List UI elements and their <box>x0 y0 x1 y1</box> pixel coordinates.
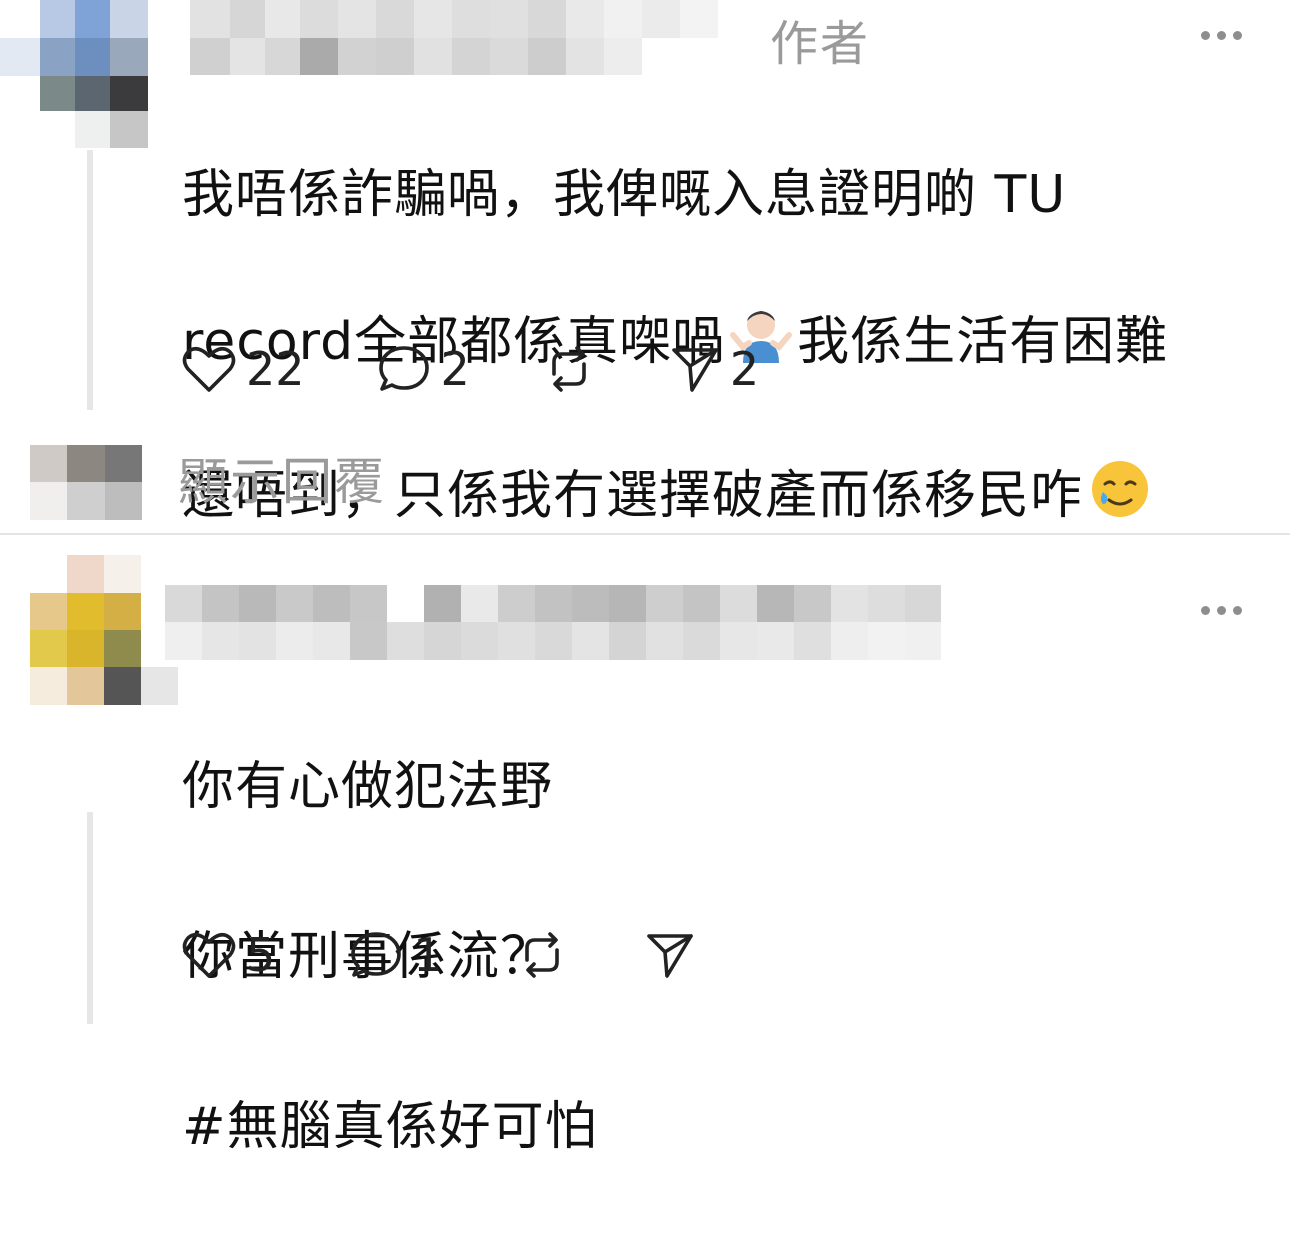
comment-1-line-1: 我唔係詐騙喎，我俾嘅入息證明啲 TU <box>182 165 1067 225</box>
more-options-button-1[interactable] <box>1201 31 1242 40</box>
more-options-button-2[interactable] <box>1201 606 1242 615</box>
send-icon <box>670 344 720 394</box>
send-icon <box>645 930 695 980</box>
more-dot <box>1233 606 1242 615</box>
username-1[interactable] <box>190 0 750 75</box>
show-replies-link[interactable]: 顯示回覆 <box>178 442 386 514</box>
thread-line-2 <box>87 812 93 1024</box>
repost-icon <box>517 930 567 980</box>
repost-icon <box>544 344 594 394</box>
smiling-face-with-tear-icon <box>1089 458 1151 540</box>
reply-avatars <box>30 445 142 520</box>
comment-2-actions: 5 1 <box>182 928 695 982</box>
comment-divider <box>0 533 1290 535</box>
more-dot <box>1217 606 1226 615</box>
heart-icon <box>182 344 236 394</box>
more-dot <box>1217 31 1226 40</box>
comment-2-line-1: 你有心做犯法野 <box>182 757 554 817</box>
heart-icon <box>182 930 236 980</box>
comment-1-line-3: 我係生活有困難 <box>797 312 1169 372</box>
reply-count-1: 2 <box>440 342 470 396</box>
reply-icon <box>349 930 403 980</box>
thread-line-1 <box>87 150 93 410</box>
like-button-1[interactable]: 22 <box>182 342 305 396</box>
comment-2-line-3: #無腦真係好可怕 <box>182 1097 598 1157</box>
share-count-1: 2 <box>729 342 760 396</box>
comment-1-actions: 22 2 2 <box>182 342 759 396</box>
like-count-2: 5 <box>246 928 276 982</box>
repost-button-2[interactable] <box>517 930 567 980</box>
more-dot <box>1233 31 1242 40</box>
share-button-2[interactable] <box>645 930 695 980</box>
reply-button-2[interactable]: 1 <box>349 928 443 982</box>
avatar-1[interactable] <box>0 0 150 150</box>
more-dot <box>1201 31 1210 40</box>
share-button-1[interactable]: 2 <box>670 342 759 396</box>
avatar-2[interactable] <box>30 555 178 705</box>
like-count-1: 22 <box>246 342 305 396</box>
like-button-2[interactable]: 5 <box>182 928 275 982</box>
repost-button-1[interactable] <box>544 344 594 394</box>
username-2[interactable] <box>165 585 941 660</box>
reply-button-1[interactable]: 2 <box>377 342 470 396</box>
reply-count-2: 1 <box>413 928 443 982</box>
more-dot <box>1201 606 1210 615</box>
author-badge: 作者 <box>770 16 871 72</box>
reply-icon <box>377 344 431 394</box>
